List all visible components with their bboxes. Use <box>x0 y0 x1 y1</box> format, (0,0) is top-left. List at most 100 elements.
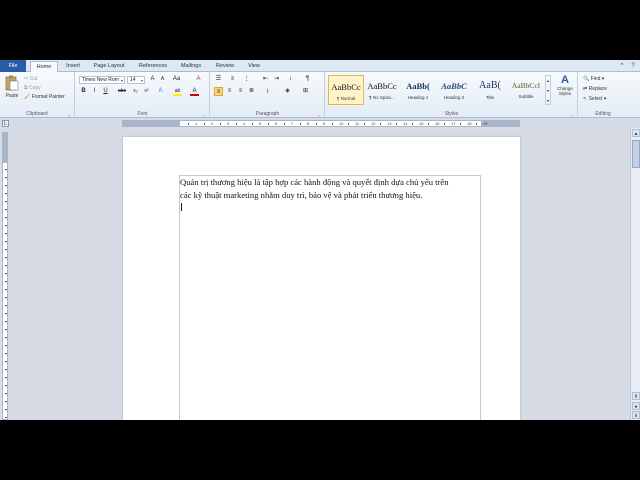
find-button[interactable]: 🔍 Find ▾ <box>583 76 604 82</box>
ruler-number: 10 <box>339 121 344 126</box>
tab-file[interactable]: File <box>0 60 26 72</box>
select-button[interactable]: ↖ Select ▾ <box>583 96 606 102</box>
font-name-combo[interactable]: Times New Rom ▾ <box>79 76 125 84</box>
replace-label: Replace <box>588 86 607 92</box>
bold-button[interactable]: B <box>79 87 88 96</box>
style-title[interactable]: AaB( Title <box>472 75 508 105</box>
paragraph-line: các kỹ thuật marketing nhằm duy trì, bảo… <box>180 189 423 200</box>
vertical-scrollbar[interactable]: ▲ ⇞ ● ⇟ <box>630 128 640 420</box>
styles-scroll[interactable]: ▴ ▾ ▾ <box>545 75 551 105</box>
sort-icon: ↕ <box>289 76 292 82</box>
more-icon: ▾ <box>546 98 549 103</box>
style-no-spacing[interactable]: AaBbCc ¶ No Spaci... <box>364 75 400 105</box>
change-case-button[interactable]: Aa <box>172 75 181 84</box>
tab-view[interactable]: View <box>242 61 266 72</box>
borders-icon: ⊞ <box>302 88 309 94</box>
ruler-number: 11 <box>355 121 360 126</box>
ruler-tick <box>5 345 7 346</box>
style-name: Heading 1 <box>407 95 429 100</box>
cut-button[interactable]: ✂ Cut <box>24 76 37 82</box>
document-page[interactable]: Quản trị thương hiệu là tập hợp các hành… <box>123 137 520 420</box>
style-heading-2[interactable]: AaBbC Heading 2 <box>436 75 472 105</box>
ruler-tick <box>5 201 7 202</box>
font-size-combo[interactable]: 14 ▾ <box>127 76 145 84</box>
style-heading-1[interactable]: AaBb( Heading 1 <box>400 75 436 105</box>
paragraph-launcher-icon[interactable]: ⌟ <box>318 113 322 117</box>
document-body[interactable]: Quản trị thương hiệu là tập hợp các hành… <box>180 176 480 201</box>
next-page-icon[interactable]: ⇟ <box>632 411 640 419</box>
tab-review[interactable]: Review <box>211 61 239 72</box>
brush-icon: 🖌 <box>24 94 31 100</box>
borders-button[interactable]: ⊞ <box>301 87 310 96</box>
justify-button[interactable]: ≣ <box>247 87 256 96</box>
numbering-button[interactable]: ≡ <box>228 75 237 84</box>
help-icon[interactable]: ? <box>629 62 637 70</box>
word-window: File Home Insert Page Layout References … <box>0 60 640 420</box>
tab-home[interactable]: Home <box>30 61 58 72</box>
italic-button[interactable]: I <box>90 87 99 96</box>
underline-button[interactable]: U <box>101 87 110 96</box>
tab-selector-button[interactable]: L <box>2 120 9 127</box>
font-name-value: Times New Rom <box>82 77 119 83</box>
tab-references[interactable]: References <box>134 61 172 72</box>
shading-button[interactable]: ◈ <box>283 87 292 96</box>
align-right-button[interactable]: ≡ <box>236 87 245 96</box>
ruler-number: 12 <box>371 121 376 126</box>
ruler-number: 4 <box>243 121 246 126</box>
grow-font-button[interactable]: A <box>148 75 157 84</box>
minimize-ribbon-icon[interactable]: ^ <box>618 62 626 70</box>
sort-button[interactable]: ↕ <box>286 75 295 84</box>
ruler-number: 8 <box>307 121 310 126</box>
tab-mailings[interactable]: Mailings <box>175 61 207 72</box>
strikethrough-button[interactable]: abc <box>116 87 128 96</box>
horizontal-ruler[interactable]: 1 2 3 4 5 6 7 8 9 10 11 12 13 14 15 16 17 18 19 <box>122 120 520 127</box>
bullets-button[interactable]: ☰ <box>214 75 223 84</box>
ruler-tick <box>5 297 7 298</box>
show-marks-button[interactable]: ¶ <box>303 75 312 84</box>
ruler-tick <box>5 393 7 394</box>
paste-button[interactable]: Paste <box>3 75 21 103</box>
ruler-tick <box>5 225 7 226</box>
ruler-tick <box>5 401 7 402</box>
browse-object-icon[interactable]: ● <box>632 402 640 410</box>
replace-button[interactable]: ⇄ Replace <box>583 86 607 92</box>
line-spacing-button[interactable]: ↨ <box>263 87 272 96</box>
change-styles-button[interactable]: A Change Styles <box>554 74 576 108</box>
replace-icon: ⇄ <box>583 86 588 92</box>
clear-formatting-button[interactable]: A <box>194 75 203 84</box>
clipboard-launcher-icon[interactable]: ⌟ <box>68 113 72 117</box>
scrollbar-thumb[interactable] <box>632 140 640 168</box>
align-center-button[interactable]: ≡ <box>225 87 234 96</box>
highlight-button[interactable]: ab <box>173 87 182 96</box>
prev-page-icon[interactable]: ⇞ <box>632 392 640 400</box>
left-margin <box>123 121 180 126</box>
increase-indent-button[interactable]: ⇥ <box>272 75 281 84</box>
tab-page-layout[interactable]: Page Layout <box>88 61 130 72</box>
shrink-font-button[interactable]: A <box>158 75 167 84</box>
text-effects-button[interactable]: A <box>156 87 165 96</box>
ruler-tick <box>5 305 7 306</box>
style-sample: AaBbCcI <box>511 81 541 90</box>
outdent-icon: ⇤ <box>262 76 269 82</box>
tab-insert[interactable]: Insert <box>60 61 86 72</box>
subscript-button[interactable]: x₂ <box>131 87 140 96</box>
style-subtitle[interactable]: AaBbCcI Subtitle <box>508 75 544 105</box>
ruler-tick <box>412 123 413 125</box>
indent-icon: ⇥ <box>273 76 280 82</box>
decrease-indent-button[interactable]: ⇤ <box>261 75 270 84</box>
multilevel-list-button[interactable]: ⋮ <box>242 75 251 84</box>
font-launcher-icon[interactable]: ⌟ <box>203 113 207 117</box>
copy-button[interactable]: ⧉ Copy <box>24 85 41 91</box>
ruler-tick <box>5 289 7 290</box>
vertical-ruler[interactable] <box>2 132 8 420</box>
styles-launcher-icon[interactable]: ⌟ <box>571 113 575 117</box>
format-painter-button[interactable]: 🖌 Format Painter <box>24 94 65 100</box>
style-normal[interactable]: AaBbCc ¶ Normal <box>328 75 364 105</box>
ruler-tick <box>5 185 7 186</box>
ruler-tick <box>300 123 301 125</box>
scroll-up-icon[interactable]: ▲ <box>632 129 640 137</box>
ruler-tick <box>316 123 317 125</box>
superscript-button[interactable]: x² <box>142 87 151 96</box>
font-color-button[interactable]: A <box>190 87 199 96</box>
align-left-button[interactable]: ≡ <box>214 87 223 96</box>
